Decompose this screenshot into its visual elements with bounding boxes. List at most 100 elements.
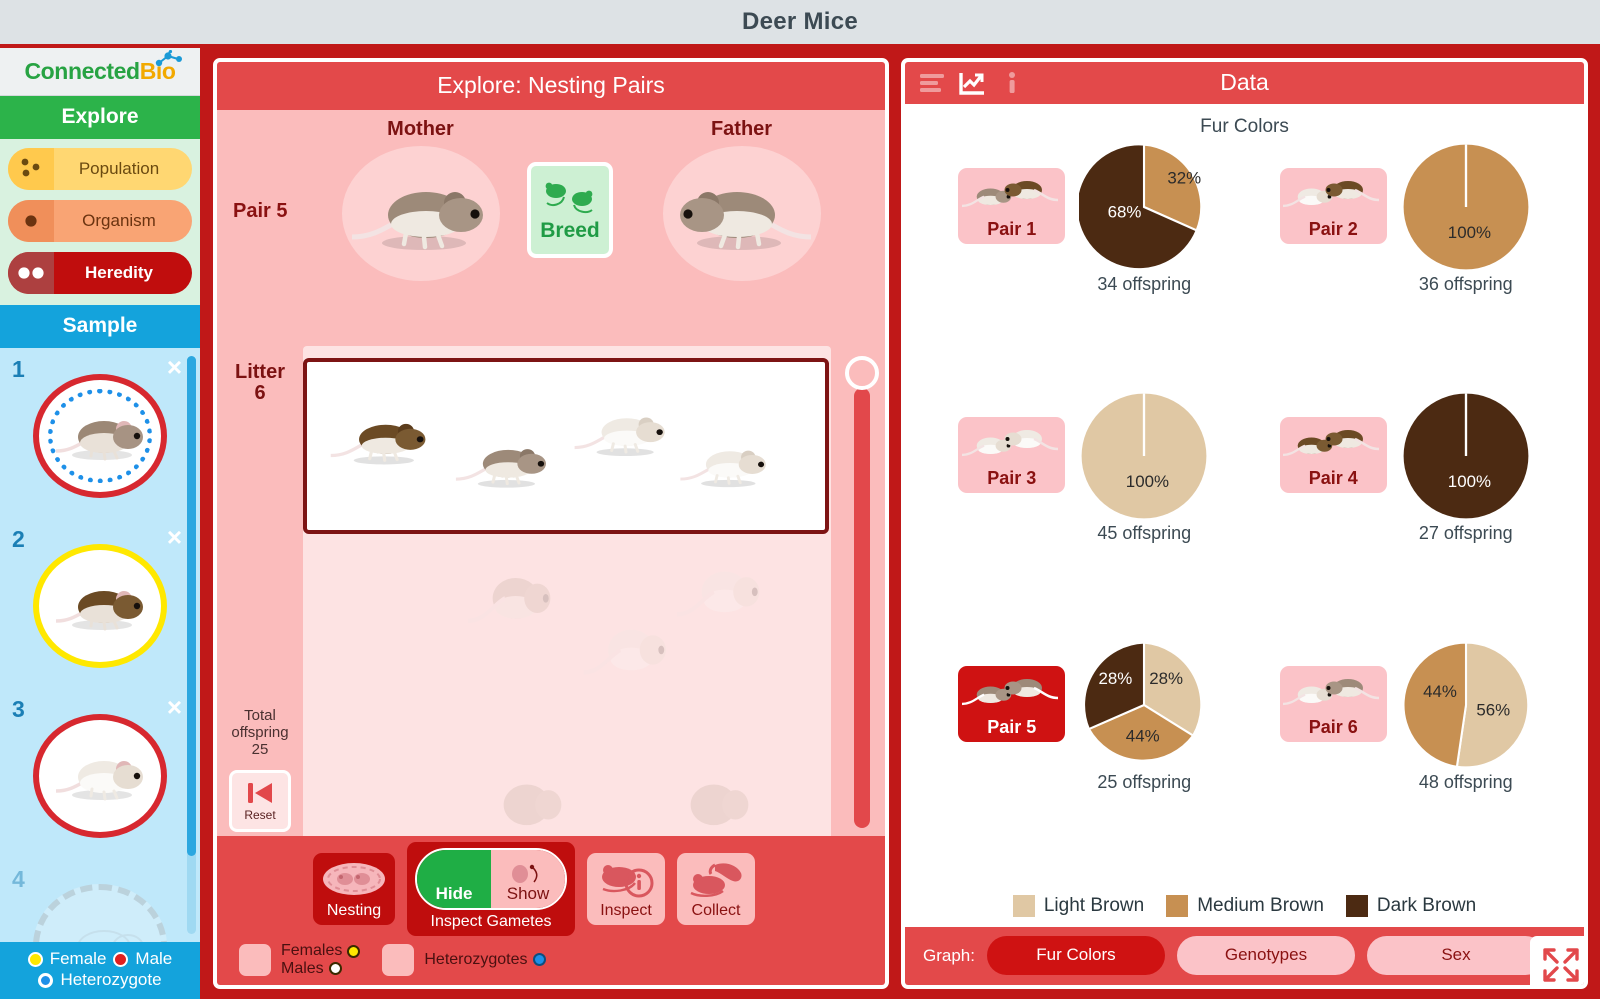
close-icon[interactable]: ×	[167, 694, 182, 720]
pie-column: 100% 27 offspring	[1401, 391, 1531, 544]
list-view-icon[interactable]	[917, 68, 947, 98]
nesting-button[interactable]: Nesting	[313, 853, 395, 926]
mother-slot[interactable]: Mother	[314, 118, 527, 281]
list-item[interactable]: 1 ×	[0, 348, 200, 518]
info-view-icon[interactable]	[997, 68, 1027, 98]
breed-button[interactable]: Breed	[527, 162, 613, 258]
pie-chart-pair-4[interactable]: 100%	[1401, 391, 1531, 521]
sample-number: 1	[12, 356, 25, 382]
litter-slider-track[interactable]	[854, 388, 870, 829]
litter-slider-knob[interactable]	[845, 356, 879, 390]
pie-cell: Pair 3 100% 45 offspring	[923, 391, 1245, 640]
inspect-button[interactable]: Inspect	[587, 853, 665, 926]
sidebar-item-population-label: Population	[78, 159, 160, 178]
sidebar-section-explore: Explore	[0, 96, 200, 139]
graph-selector-bar: Graph: Fur Colors Genotypes Sex	[905, 927, 1584, 985]
close-icon[interactable]: ×	[167, 524, 182, 550]
pair-mice-icon	[1283, 430, 1380, 457]
pair-card-label: Pair 3	[987, 468, 1037, 488]
sidebar: ConnectedBio Explore Population Organism…	[0, 48, 203, 999]
fullscreen-button[interactable]	[1530, 936, 1584, 985]
litter-pointer-icon	[303, 380, 306, 402]
mother-label: Mother	[387, 118, 454, 140]
litter-mice	[307, 362, 825, 530]
litter-slider[interactable]	[841, 346, 885, 836]
sidebar-item-population[interactable]: Population	[8, 148, 192, 190]
sidebar-item-heredity[interactable]: Heredity	[8, 252, 192, 294]
previous-litter-icons	[467, 571, 760, 826]
heterozygote-ring-icon	[48, 389, 152, 483]
scrollbar-thumb[interactable]	[187, 356, 196, 856]
father-slot[interactable]: Father	[635, 118, 848, 281]
sidebar-item-organism-label: Organism	[82, 211, 156, 230]
total-offspring: Total offspring 25	[217, 707, 303, 759]
pair-mice-icon	[1283, 679, 1380, 706]
mother-avatar[interactable]	[341, 146, 500, 281]
females-label: Females	[281, 942, 343, 960]
main-area: Explore: Nesting Pairs Pair 5 Mother Bre…	[203, 48, 1600, 999]
sample-avatar[interactable]	[33, 374, 167, 498]
legend-item: Light Brown	[1012, 895, 1144, 917]
sample-avatar-empty[interactable]	[33, 884, 167, 942]
pair-card-5[interactable]: Pair 5	[958, 666, 1066, 742]
reset-button-label: Reset	[244, 808, 276, 823]
sidebar-item-heredity-label: Heredity	[84, 263, 154, 282]
pie-column: 56% 44% 48 offspring	[1401, 640, 1531, 793]
parents-row: Pair 5 Mother Breed Father	[217, 110, 885, 346]
slice-label: 68%	[1108, 202, 1142, 221]
gamete-toggle-show[interactable]: Show	[491, 850, 565, 909]
pie-chart-pair-5[interactable]: 28% 44% 28%	[1079, 640, 1209, 770]
females-males-checkbox[interactable]	[239, 943, 271, 976]
pair-card-3[interactable]: Pair 3	[958, 417, 1066, 493]
pie-column: 32% 68% 34 offspring	[1079, 142, 1209, 295]
graph-button-sex[interactable]: Sex	[1366, 936, 1545, 975]
inspect-gametes-button[interactable]: Hide Show Inspect Gametes	[407, 842, 575, 937]
sample-avatar[interactable]	[33, 714, 167, 838]
pie-chart-pair-1[interactable]: 32% 68%	[1079, 142, 1209, 272]
slice-label: 44%	[1423, 682, 1457, 701]
pie-chart-pair-6[interactable]: 56% 44%	[1401, 640, 1531, 770]
male-dot-icon	[113, 951, 129, 967]
sample-list[interactable]: 1 × 2 × 3 × 4	[0, 348, 200, 942]
pair-card-label: Pair 4	[1308, 468, 1358, 488]
sidebar-item-organism[interactable]: Organism	[8, 200, 192, 242]
pair-thumbnail	[1280, 172, 1387, 214]
nesting-pairs-header: Explore: Nesting Pairs	[217, 62, 885, 110]
litter-number: 6	[254, 382, 266, 404]
pair-card-1[interactable]: Pair 1	[958, 168, 1066, 244]
graph-button-fur-colors[interactable]: Fur Colors	[986, 936, 1165, 975]
display-checkboxes: Females Males Heterozygotes	[227, 936, 875, 979]
sample-number: 4	[12, 866, 25, 892]
pair-card-label: Pair 5	[987, 717, 1037, 737]
chart-view-icon[interactable]	[957, 68, 987, 98]
center-toolbar: Nesting Hide Show Inspect Gametes Inspec…	[217, 836, 885, 985]
list-item[interactable]: 2 ×	[0, 518, 200, 688]
pie-chart-pair-3[interactable]: 100%	[1079, 391, 1209, 521]
list-item[interactable]: 4	[0, 858, 200, 942]
body-row: ConnectedBio Explore Population Organism…	[0, 48, 1600, 999]
reset-button[interactable]: Reset	[229, 770, 291, 833]
pair-card-6[interactable]: Pair 6	[1279, 666, 1387, 742]
mouse-outline-icon	[78, 930, 143, 942]
previous-litters[interactable]	[303, 546, 831, 836]
legend-female-label: Female	[49, 949, 107, 968]
graph-button-genotypes[interactable]: Genotypes	[1176, 936, 1355, 975]
heterozygotes-checkbox[interactable]	[382, 943, 415, 976]
heterozygotes-label-group: Heterozygotes	[424, 951, 546, 968]
current-litter-box[interactable]	[303, 358, 829, 534]
list-item[interactable]: 3 ×	[0, 688, 200, 858]
close-icon[interactable]: ×	[167, 354, 182, 380]
collect-button[interactable]: Collect	[677, 853, 755, 926]
gamete-toggle-hide[interactable]: Hide	[417, 850, 491, 909]
father-avatar[interactable]	[662, 146, 821, 281]
pair-thumbnail	[958, 421, 1065, 463]
sample-avatar[interactable]	[33, 544, 167, 668]
pie-chart-pair-2[interactable]: 100%	[1401, 142, 1531, 272]
gamete-toggle-icon[interactable]: Hide Show	[415, 848, 567, 911]
breed-area: Pair 5 Mother Breed Father Litter 6 Tota…	[217, 110, 885, 837]
litter-scroll-region[interactable]	[303, 346, 831, 837]
pair-card-4[interactable]: Pair 4	[1279, 417, 1387, 493]
heterozygote-dot-icon	[532, 953, 546, 967]
legend-label: Dark Brown	[1376, 895, 1477, 916]
pair-card-2[interactable]: Pair 2	[1279, 168, 1387, 244]
